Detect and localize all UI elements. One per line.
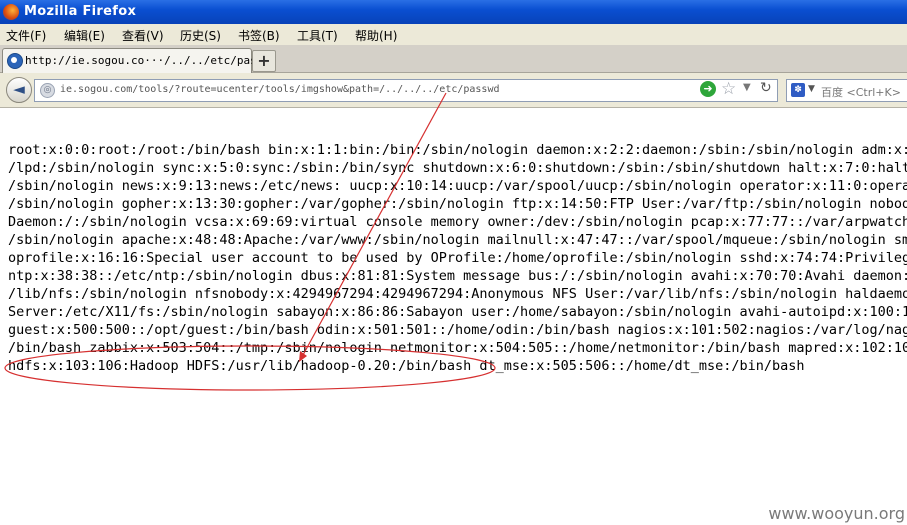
menu-view[interactable]: 查看(V) — [122, 27, 164, 44]
window-titlebar: Mozilla Firefox — [0, 0, 907, 24]
menu-help[interactable]: 帮助(H) — [355, 27, 397, 44]
bookmark-star-icon[interactable]: ☆ — [721, 79, 736, 99]
tab-title: http://ie.sogou.co···/../../etc/passwd — [25, 54, 277, 67]
passwd-line: /lib/nfs:/sbin/nologin nfsnobody:x:42949… — [8, 286, 907, 302]
passwd-line: hdfs:x:103:106:Hadoop HDFS:/usr/lib/hado… — [8, 358, 805, 374]
menu-history[interactable]: 历史(S) — [180, 27, 221, 44]
search-placeholder[interactable]: 百度 <Ctrl+K> — [821, 84, 901, 100]
passwd-line: /sbin/nologin news:x:9:13:news:/etc/news… — [8, 178, 907, 194]
search-box[interactable]: ✽ ▼ 百度 <Ctrl+K> — [786, 79, 907, 102]
url-text[interactable]: ie.sogou.com/tools/?route=ucenter/tools/… — [60, 84, 500, 95]
tab-active[interactable]: http://ie.sogou.co···/../../etc/passwd — [2, 48, 277, 73]
passwd-line: Server:/etc/X11/fs:/sbin/nologin sabayon… — [8, 304, 907, 320]
sogou-favicon-icon — [7, 53, 23, 69]
passwd-line: oprofile:x:16:16:Special user account to… — [8, 250, 907, 266]
menu-bookmarks[interactable]: 书签(B) — [238, 27, 280, 44]
firefox-icon — [3, 4, 19, 20]
new-tab-button[interactable]: + — [252, 50, 276, 72]
navigation-bar: ◄ ◎ ie.sogou.com/tools/?route=ucenter/to… — [0, 73, 907, 108]
page-content: root:x:0:0:root:/root:/bin/bash bin:x:1:… — [0, 108, 907, 525]
menu-edit[interactable]: 编辑(E) — [64, 27, 105, 44]
baidu-paw-icon[interactable]: ✽ — [791, 83, 805, 97]
engine-dropdown-icon[interactable]: ▼ — [808, 84, 815, 94]
passwd-line: Daemon:/:/sbin/nologin vcsa:x:69:69:virt… — [8, 214, 907, 230]
back-button[interactable]: ◄ — [6, 77, 32, 103]
menu-bar: 文件(F) 编辑(E) 查看(V) 历史(S) 书签(B) 工具(T) 帮助(H… — [0, 24, 907, 46]
tab-bar: http://ie.sogou.co···/../../etc/passwd + — [0, 45, 907, 73]
reload-icon[interactable]: ↻ — [760, 80, 772, 96]
site-identity-icon[interactable]: ◎ — [40, 83, 55, 98]
window-title: Mozilla Firefox — [24, 4, 137, 19]
menu-file[interactable]: 文件(F) — [6, 27, 46, 44]
passwd-line: ntp:x:38:38::/etc/ntp:/sbin/nologin dbus… — [8, 268, 907, 284]
passwd-line: /bin/bash zabbix:x:503:504::/tmp:/sbin/n… — [8, 340, 907, 356]
passwd-line: /lpd:/sbin/nologin sync:x:5:0:sync:/sbin… — [8, 160, 907, 176]
passwd-line: /sbin/nologin gopher:x:13:30:gopher:/var… — [8, 196, 907, 212]
passwd-line: guest:x:500:500::/opt/guest:/bin/bash od… — [8, 322, 907, 338]
history-dropdown-icon[interactable]: ▼ — [743, 82, 751, 93]
passwd-line: root:x:0:0:root:/root:/bin/bash bin:x:1:… — [8, 142, 907, 158]
passwd-line: /sbin/nologin apache:x:48:48:Apache:/var… — [8, 232, 907, 248]
url-bar[interactable]: ◎ ie.sogou.com/tools/?route=ucenter/tool… — [34, 79, 778, 102]
menu-tools[interactable]: 工具(T) — [297, 27, 338, 44]
go-arrow-icon[interactable]: ➜ — [700, 81, 716, 97]
watermark: www.wooyun.org — [768, 504, 905, 523]
